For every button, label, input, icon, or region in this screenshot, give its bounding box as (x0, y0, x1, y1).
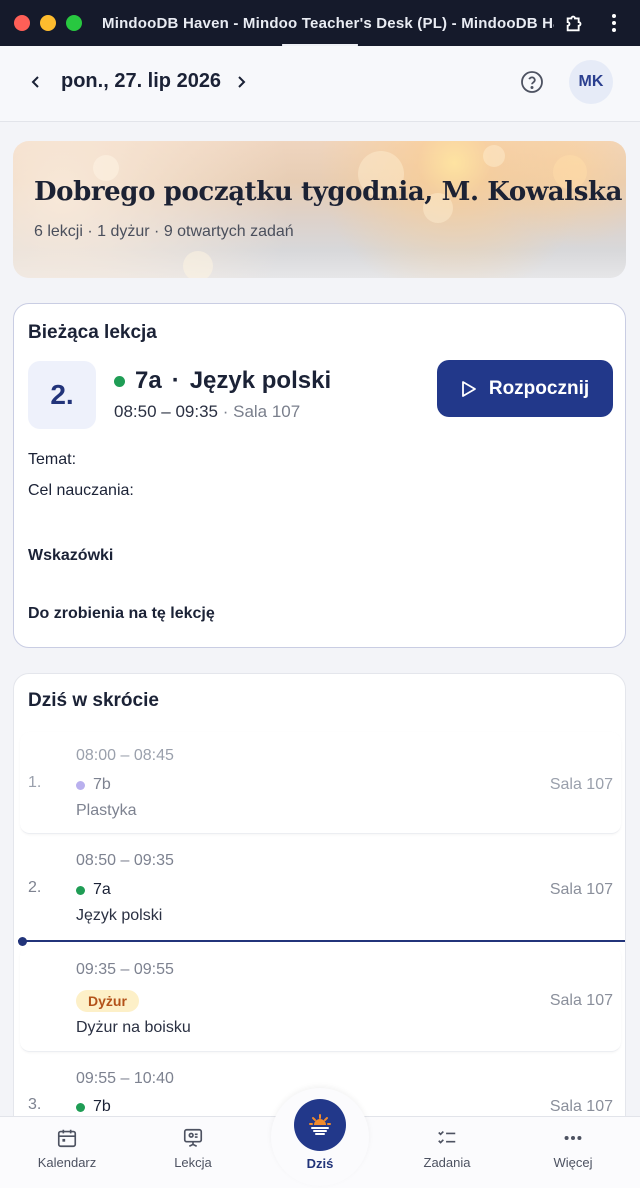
row-class-label: 7b (93, 1098, 111, 1115)
row-time: 09:35 – 09:55 (76, 961, 174, 978)
lesson-title: 7a · Język polski (114, 367, 331, 395)
start-lesson-button[interactable]: Rozpocznij (437, 360, 613, 417)
row-room: Sala 107 (549, 992, 613, 1009)
window-titlebar: MindooDB Haven - Mindoo Teacher's Desk (… (0, 0, 640, 46)
title-separator: · (171, 367, 180, 394)
lesson-time: 08:50 – 09:35 (114, 402, 218, 421)
current-time-dot (18, 937, 27, 946)
start-lesson-label: Rozpocznij (488, 377, 590, 399)
row-subject: Plastyka (76, 802, 137, 819)
window-title: MindooDB Haven - Mindoo Teacher's Desk (… (102, 14, 554, 32)
help-icon[interactable] (520, 70, 544, 94)
lesson-room: · Sala 107 (222, 402, 301, 421)
tab-lesson-label: Lekcja (174, 1155, 212, 1170)
row-class: 7b (76, 776, 111, 794)
next-day-button[interactable] (231, 72, 251, 92)
current-lesson-card: Bieżąca lekcja 2. 7a · Język polski 08:5… (13, 303, 626, 648)
row-number: 3. (28, 1096, 42, 1113)
hints-heading: Wskazówki (28, 547, 114, 564)
row-number: 2. (28, 879, 42, 896)
row-class: 7b (76, 1098, 111, 1116)
class-color-dot (76, 885, 85, 895)
today-button[interactable] (294, 1099, 346, 1151)
schedule-row[interactable]: 2. 08:50 – 09:35 7a Język polski Sala 10… (20, 837, 621, 935)
checklist-icon (438, 1130, 456, 1144)
class-color-dot (76, 1102, 85, 1112)
day-summary: 6 lekcji · 1 dyżur · 9 otwartych zadań (34, 223, 294, 240)
lesson-subject: Język polski (189, 367, 332, 394)
row-room: Sala 107 (549, 1098, 613, 1115)
extensions-icon[interactable] (564, 12, 586, 34)
row-subject: Dyżur na boisku (76, 1019, 191, 1036)
date-header: pon., 27. lip 2026 MK (0, 46, 640, 122)
duty-badge: Dyżur (76, 990, 139, 1012)
sunrise-icon (309, 1114, 331, 1135)
presentation-icon (183, 1128, 203, 1147)
chevron-left-icon (31, 76, 39, 88)
calendar-icon (57, 1129, 77, 1148)
greeting-banner: Dobrego początku tygodnia, M. Kowalska 6… (13, 141, 626, 278)
row-time: 08:00 – 08:45 (76, 747, 174, 764)
row-class-label: 7b (93, 776, 111, 793)
lesson-todo-heading: Do zrobienia na tę lekcję (28, 605, 215, 622)
tab-tasks-label: Zadania (423, 1155, 471, 1170)
tab-calendar[interactable]: Kalendarz (12, 1127, 122, 1170)
tab-more-label: Więcej (553, 1155, 593, 1170)
chevron-right-icon (238, 76, 246, 88)
tab-more[interactable]: Więcej (518, 1127, 628, 1170)
today-overview-card: Dziś w skrócie 1. 08:00 – 08:45 7b Plast… (13, 673, 626, 1133)
row-number: 1. (28, 774, 42, 791)
greeting-title: Dobrego początku tygodnia, M. Kowalska (34, 177, 623, 207)
lesson-time-room: 08:50 – 09:35 · Sala 107 (114, 402, 300, 422)
user-avatar[interactable]: MK (569, 60, 613, 104)
close-window-button[interactable] (14, 15, 30, 31)
minimize-window-button[interactable] (40, 15, 56, 31)
current-date[interactable]: pon., 27. lip 2026 (61, 70, 221, 93)
window-menu-icon[interactable] (610, 14, 618, 32)
today-overview-heading: Dziś w skrócie (28, 690, 159, 711)
row-time: 09:55 – 10:40 (76, 1070, 174, 1087)
current-lesson-heading: Bieżąca lekcja (28, 322, 157, 343)
class-color-dot (76, 780, 85, 790)
tab-lesson[interactable]: Lekcja (138, 1127, 248, 1170)
topic-label: Temat: (28, 451, 77, 468)
class-color-dot (114, 375, 125, 387)
play-icon (461, 380, 476, 397)
row-time: 08:50 – 09:35 (76, 852, 174, 869)
row-class-label: 7a (93, 881, 111, 898)
previous-day-button[interactable] (26, 72, 46, 92)
current-time-line (18, 940, 625, 942)
traffic-lights (14, 15, 82, 31)
row-subject: Język polski (76, 907, 163, 924)
lesson-class: 7a (135, 367, 162, 394)
zoom-window-button[interactable] (66, 15, 82, 31)
schedule-row[interactable]: 1. 08:00 – 08:45 7b Plastyka Sala 107 (20, 732, 621, 834)
lesson-number: 2. (28, 361, 96, 429)
row-room: Sala 107 (549, 776, 613, 793)
goal-label: Cel nauczania: (28, 482, 134, 499)
more-icon (564, 1135, 582, 1141)
row-room: Sala 107 (549, 881, 613, 898)
schedule-row[interactable]: 09:35 – 09:55 Dyżur Dyżur na boisku Sala… (20, 946, 621, 1052)
tab-today-label: Dziś (306, 1156, 334, 1171)
tab-calendar-label: Kalendarz (37, 1155, 97, 1170)
tab-tasks[interactable]: Zadania (392, 1127, 502, 1170)
row-class: 7a (76, 881, 111, 899)
